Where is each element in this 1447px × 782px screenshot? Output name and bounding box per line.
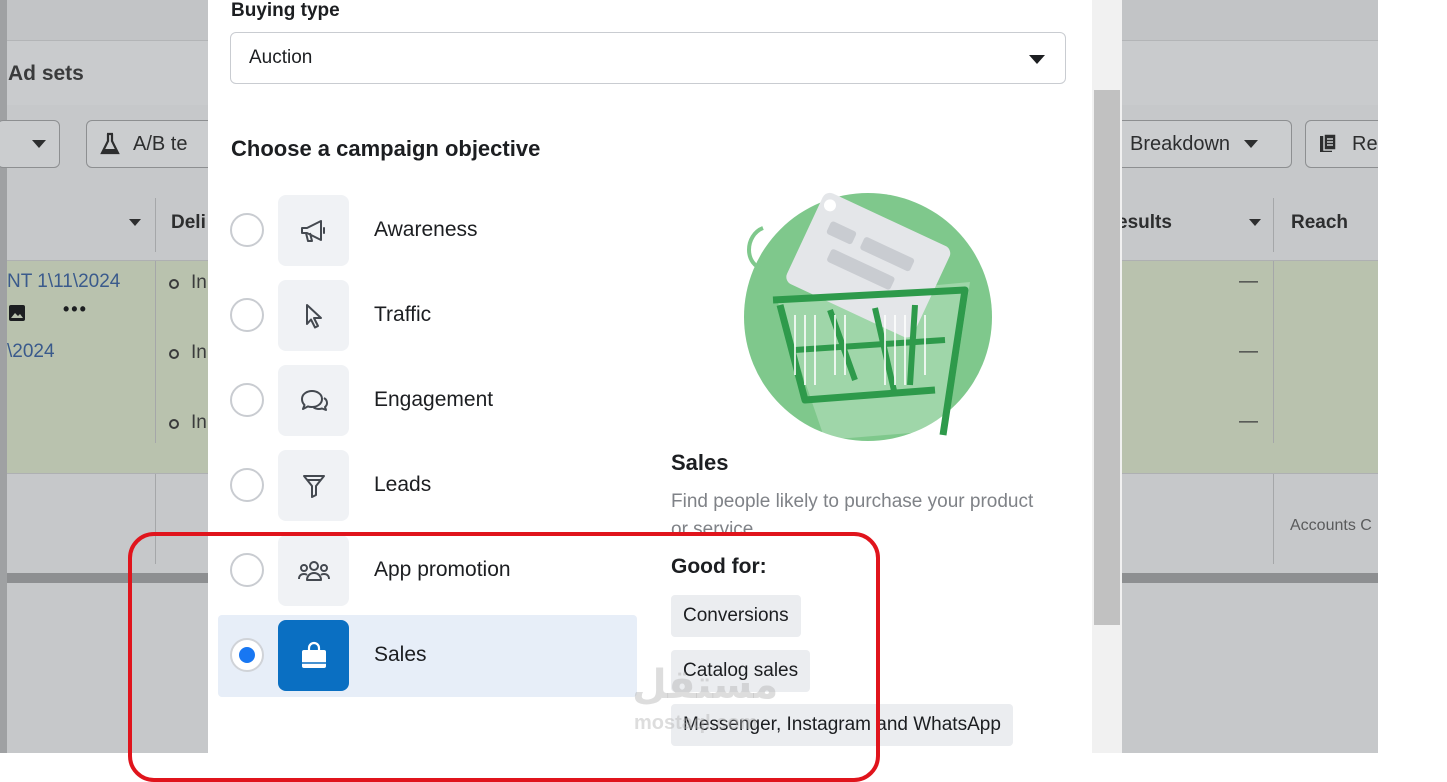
- sales-illustration: [744, 192, 992, 441]
- image-icon: [9, 305, 25, 321]
- page-margin: [1378, 0, 1447, 753]
- delivery-column-header: Deli: [171, 212, 206, 233]
- accounts-text: Accounts C: [1290, 517, 1372, 534]
- chevron-down-icon: [1244, 140, 1259, 148]
- buying-type-label: Buying type: [231, 0, 340, 21]
- ad-sets-title: Ad sets: [8, 62, 84, 85]
- megaphone-icon: [278, 195, 349, 266]
- objective-label: Awareness: [374, 218, 478, 241]
- reports-icon: [1320, 133, 1337, 152]
- radio-engagement[interactable]: [230, 383, 264, 417]
- chevron-down-icon: [32, 140, 46, 148]
- sort-icon: [129, 219, 141, 226]
- red-annotation-outline: [128, 532, 880, 782]
- objective-detail-description: Find people likely to purchase your prod…: [671, 491, 1034, 536]
- status-dot-icon: [169, 279, 179, 289]
- more-options-icon: •••: [63, 299, 88, 319]
- column-separator: [1273, 261, 1274, 443]
- objective-leads[interactable]: Leads: [218, 445, 637, 527]
- reach-column-header: Reach: [1291, 212, 1349, 233]
- result-value: —: [1239, 271, 1258, 292]
- breakdown-button: Breakdown: [1112, 120, 1292, 168]
- objective-heading: Choose a campaign objective: [231, 136, 541, 161]
- cursor-icon: [278, 280, 349, 351]
- results-column-header: esults: [1117, 212, 1172, 233]
- reports-button: Re: [1305, 120, 1378, 168]
- chat-bubbles-icon: [278, 365, 349, 436]
- ad-set-name: NT 1\11\2024: [7, 271, 121, 292]
- column-separator: [155, 261, 156, 443]
- left-strip: [0, 0, 7, 753]
- result-value: —: [1239, 411, 1258, 432]
- column-separator: [1273, 198, 1274, 252]
- status-dot-icon: [169, 349, 179, 359]
- funnel-icon: [278, 450, 349, 521]
- flask-icon: [100, 132, 120, 155]
- column-separator: [155, 198, 156, 252]
- chevron-down-icon: [1029, 55, 1045, 64]
- result-value: —: [1239, 341, 1258, 362]
- objective-engagement[interactable]: Engagement: [218, 360, 637, 442]
- objective-awareness[interactable]: Awareness: [218, 190, 637, 272]
- status-dot-icon: [169, 419, 179, 429]
- objective-label: Engagement: [374, 388, 494, 411]
- objective-label: Leads: [374, 473, 432, 496]
- radio-leads[interactable]: [230, 468, 264, 502]
- sort-icon: [1249, 219, 1261, 226]
- ad-set-name: \2024: [7, 341, 55, 362]
- radio-traffic[interactable]: [230, 298, 264, 332]
- objective-detail-title: Sales: [671, 450, 729, 475]
- column-separator: [1273, 474, 1274, 564]
- radio-awareness[interactable]: [230, 213, 264, 247]
- buying-type-select[interactable]: Auction: [230, 32, 1066, 84]
- dropdown-button: [0, 120, 60, 168]
- buying-type-value: Auction: [249, 47, 313, 68]
- objective-label: Traffic: [374, 303, 432, 326]
- objective-traffic[interactable]: Traffic: [218, 275, 637, 357]
- dialog-scrollbar-thumb[interactable]: [1094, 90, 1120, 625]
